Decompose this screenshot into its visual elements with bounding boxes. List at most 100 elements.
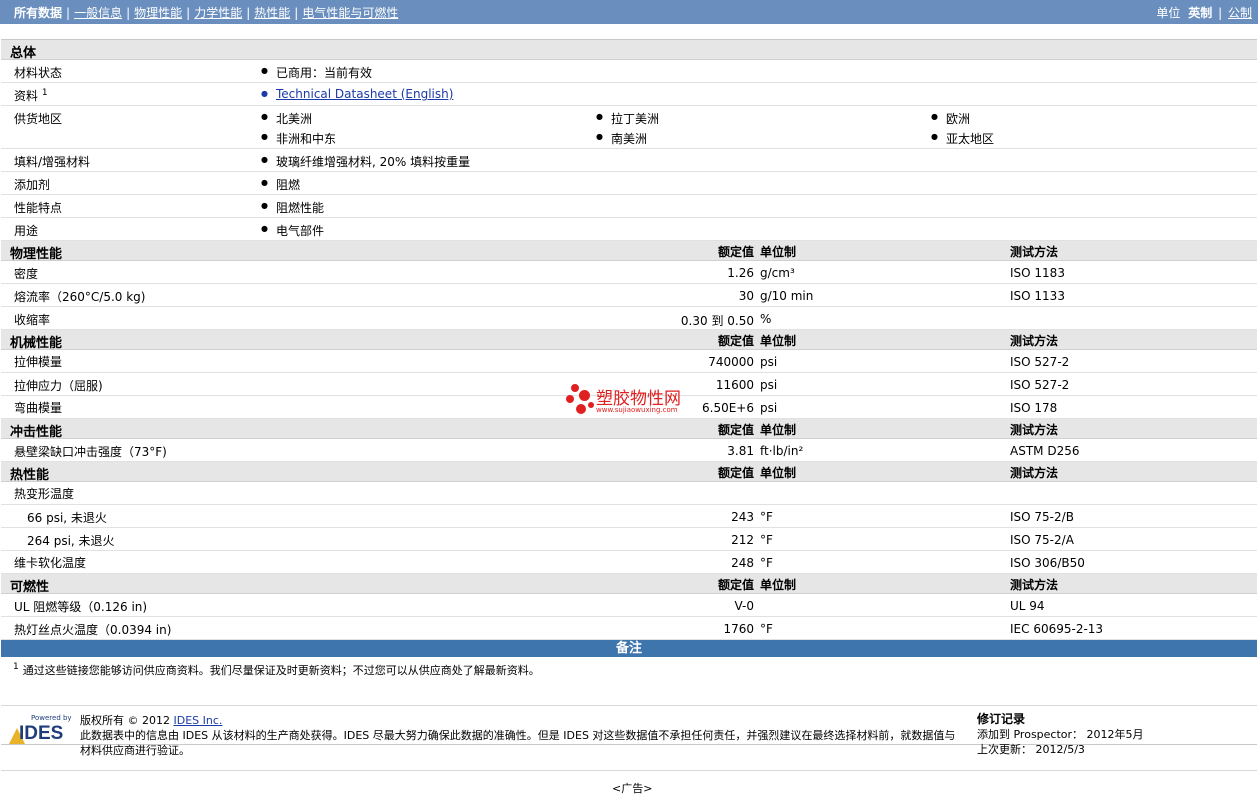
property-label: 拉伸应力（屈服) [14, 379, 103, 393]
nav-separator: | [186, 6, 191, 20]
property-unit: psi [760, 378, 778, 392]
watermark-dot-icon [576, 404, 586, 414]
section-title: 总体 [10, 46, 37, 61]
footnote: 1 通过这些链接您能够访问供应商资料。我们尽量保证及时更新资料；不过您可以从供应商… [13, 662, 540, 678]
col-method-header: 测试方法 [1010, 466, 1059, 480]
top-nav-bar: 所有数据 | 一般信息 | 物理性能 | 力学性能 | 热性能 | 电气性能与可燃性 单位 英制 |… [0, 0, 1258, 24]
property-value: 30 [738, 289, 754, 303]
table-row: 热变形温度 [1, 482, 1257, 505]
section-mechanical-header: 机械性能 额定值 单位制 测试方法 [1, 330, 1257, 351]
property-unit: °F [760, 622, 773, 636]
property-method: ISO 1183 [1010, 266, 1065, 280]
watermark-dot-icon [566, 395, 574, 403]
property-value: 248 [731, 556, 754, 570]
nav-physical[interactable]: 物理性能 [134, 6, 182, 20]
unit-english: 英制 [1188, 6, 1213, 20]
region-item: 欧洲 [931, 110, 970, 127]
property-label: 维卡软化温度 [14, 556, 87, 570]
revision-history: 修订记录 添加到 Prospector： 2012年5月 上次更新： 2012/… [977, 712, 1144, 757]
section-title: 可燃性 [10, 580, 50, 595]
row-value: 已商用：当前有效 [261, 64, 372, 81]
row-value: 阻燃 [261, 176, 300, 193]
nav-separator: | [246, 6, 251, 20]
nav-mechanical[interactable]: 力学性能 [194, 6, 242, 20]
property-method: ISO 527-2 [1010, 355, 1070, 369]
property-method: UL 94 [1010, 599, 1045, 613]
property-value: 212 [731, 533, 754, 547]
property-label: 弯曲模量 [14, 401, 63, 415]
technical-datasheet-link[interactable]: Technical Datasheet (English) [261, 87, 453, 101]
property-value: 1.26 [727, 266, 754, 280]
property-method: ISO 1133 [1010, 289, 1065, 303]
row-resources: 资料 1 Technical Datasheet (English) [1, 83, 1257, 106]
property-method: ASTM D256 [1010, 444, 1080, 458]
revision-title: 修订记录 [977, 712, 1026, 726]
powered-by-label: Powered by [31, 714, 72, 722]
row-features: 性能特点 阻燃性能 [1, 195, 1257, 218]
col-nominal-header: 额定值 [717, 245, 754, 259]
section-general-header: 总体 [1, 40, 1257, 61]
nav-separator: | [66, 6, 71, 20]
table-row: 熔流率（260°C/5.0 kg) 30 g/10 min ISO 1133 [1, 284, 1257, 307]
property-method: ISO 75-2/A [1010, 533, 1074, 547]
footnote-text: 通过这些链接您能够访问供应商资料。我们尽量保证及时更新资料；不过您可以从供应商处… [22, 664, 540, 677]
property-method: IEC 60695-2-13 [1010, 622, 1104, 636]
nav-all-data[interactable]: 所有数据 [14, 6, 62, 20]
property-label: 收缩率 [14, 313, 51, 327]
property-label: UL 阻燃等级（0.126 in) [14, 600, 148, 614]
section-title: 机械性能 [10, 336, 63, 351]
nav-separator: | [294, 6, 299, 20]
ides-logo[interactable]: Powered by IDES [9, 714, 73, 750]
section-title: 冲击性能 [10, 425, 63, 440]
col-method-header: 测试方法 [1010, 334, 1059, 348]
region-item: 南美洲 [596, 130, 647, 147]
property-unit: % [760, 312, 772, 326]
footnote-number: 1 [13, 662, 19, 673]
nav-thermal[interactable]: 热性能 [254, 6, 290, 20]
row-label: 材料状态 [14, 66, 63, 80]
footnote-ref: 1 [41, 88, 48, 98]
table-row: 拉伸模量 740000 psi ISO 527-2 [1, 350, 1257, 373]
property-label: 悬壁梁缺口冲击强度（73°F) [14, 445, 167, 459]
col-unit-header: 单位制 [760, 578, 797, 592]
col-unit-header: 单位制 [760, 245, 797, 259]
property-label: 拉伸模量 [14, 355, 63, 369]
col-unit-header: 单位制 [760, 466, 797, 480]
copyright-text: 版权所有 © 2012 [80, 714, 170, 727]
property-unit: °F [760, 510, 773, 524]
row-value: 电气部件 [261, 222, 324, 239]
property-value: 0.30 到 0.50 [680, 314, 754, 328]
col-unit-header: 单位制 [760, 423, 797, 437]
table-row: 66 psi, 未退火 243 °F ISO 75-2/B [1, 505, 1257, 528]
watermark-dot-icon [571, 384, 579, 392]
site-watermark: 塑胶物性网 www.sujiaowuxing.com [566, 382, 706, 418]
col-method-header: 测试方法 [1010, 245, 1059, 259]
row-availability: 供货地区 北美洲 拉丁美洲 欧洲 非洲和中东 南美洲 亚太地区 [1, 106, 1257, 149]
property-value: V-0 [734, 599, 754, 613]
property-method: ISO 75-2/B [1010, 510, 1074, 524]
region-item: 北美洲 [261, 110, 312, 127]
property-value: 11600 [715, 378, 754, 392]
region-item: 拉丁美洲 [596, 110, 659, 127]
section-thermal-header: 热性能 额定值 单位制 测试方法 [1, 462, 1257, 483]
col-nominal-header: 额定值 [717, 466, 754, 480]
row-label: 填料/增强材料 [14, 155, 91, 169]
ides-inc-link[interactable]: IDES Inc. [174, 714, 223, 727]
table-row: 悬壁梁缺口冲击强度（73°F) 3.81 ft·lb/in² ASTM D256 [1, 439, 1257, 462]
watermark-dot-icon [588, 402, 594, 408]
property-value: 3.81 [727, 444, 754, 458]
row-label: 添加剂 [14, 178, 51, 192]
watermark-url: www.sujiaowuxing.com [596, 406, 678, 414]
units-label: 单位 [1156, 6, 1181, 20]
property-unit: g/10 min [760, 289, 814, 303]
unit-metric-link[interactable]: 公制 [1228, 6, 1252, 20]
table-row: 维卡软化温度 248 °F ISO 306/B50 [1, 551, 1257, 574]
property-label: 热变形温度 [14, 487, 75, 501]
watermark-dot-icon [579, 390, 590, 401]
nav-general-info[interactable]: 一般信息 [74, 6, 122, 20]
property-unit: ft·lb/in² [760, 444, 804, 458]
property-method: ISO 527-2 [1010, 378, 1070, 392]
section-impact-header: 冲击性能 额定值 单位制 测试方法 [1, 419, 1257, 440]
nav-electrical-flammability[interactable]: 电气性能与可燃性 [302, 6, 398, 20]
property-unit: °F [760, 533, 773, 547]
